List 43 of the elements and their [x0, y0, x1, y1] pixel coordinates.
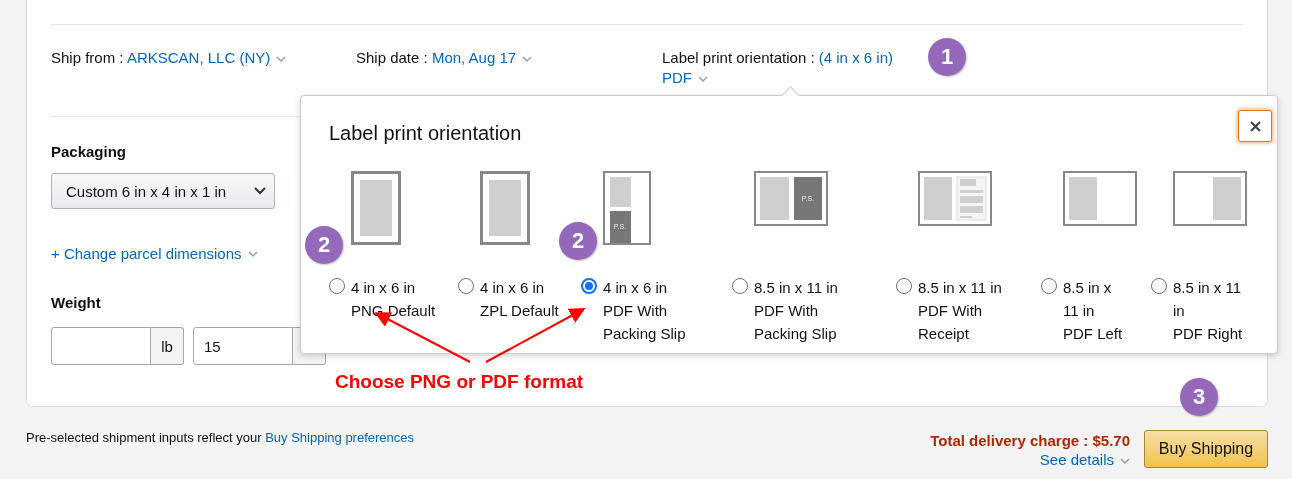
option-label[interactable]: 4 in x 6 in PNG Default [351, 276, 458, 322]
callout-text: Choose PNG or PDF format [335, 371, 584, 393]
total-charge: Total delivery charge : $5.70 [930, 432, 1130, 449]
ship-date-link[interactable]: Mon, Aug 17 [431, 49, 517, 66]
ship-from-link[interactable]: ARKSCAN, LLC (NY) [126, 49, 271, 66]
radio-button[interactable] [581, 278, 597, 294]
unit-box: lb [151, 327, 184, 365]
orientation-link[interactable]: (4 in x 6 in) [818, 49, 893, 66]
close-button[interactable] [1238, 110, 1272, 142]
weight-heading: Weight [51, 294, 101, 311]
sheet-with-receipt-icon [918, 171, 992, 226]
change-dimensions-link[interactable]: + Change parcel dimensions [51, 245, 242, 262]
weight-field[interactable] [51, 327, 151, 365]
option-label[interactable]: 8.5 in x 11 in PDF With Receipt [918, 276, 1041, 345]
packaging-dropdown[interactable]: Custom 6 in x 4 in x 1 in [51, 173, 275, 209]
sheet-label-left-icon [1063, 171, 1137, 226]
option-label[interactable]: 4 in x 6 in PDF With Packing Slip [603, 276, 732, 345]
label-portrait-icon [480, 171, 530, 245]
weight-field[interactable]: 15 [193, 327, 293, 365]
radio-button[interactable] [458, 278, 474, 294]
radio-button[interactable] [896, 278, 912, 294]
option-label[interactable]: 8.5 in x 11 in PDF With Packing Slip [754, 276, 896, 345]
option-label[interactable]: 8.5 in x 11 in PDF Left [1063, 276, 1151, 345]
label-portrait-icon [351, 171, 401, 245]
radio-button[interactable] [732, 278, 748, 294]
ship-from-label: Ship from : [51, 49, 124, 66]
popup-title: Label print orientation [329, 122, 522, 145]
format-link[interactable]: PDF [662, 69, 692, 86]
preferences-note: Pre-selected shipment inputs reflect your Buy Shipping preferences [26, 430, 415, 445]
ship-date-label: Ship date : [356, 49, 428, 66]
see-details-link[interactable]: See details [1039, 451, 1114, 468]
orientation-label: Label print orientation : [662, 49, 815, 66]
radio-button[interactable] [1151, 278, 1167, 294]
buy-shipping-button[interactable]: Buy Shipping [1144, 430, 1268, 468]
close-icon[interactable] [1249, 120, 1261, 132]
radio-button[interactable] [329, 278, 345, 294]
packaging-heading: Packaging [51, 143, 127, 160]
preferences-link[interactable]: Buy Shipping preferences [265, 430, 415, 445]
option-label[interactable]: 4 in x 6 in ZPL Default [480, 276, 581, 322]
sheet-label-right-icon [1173, 171, 1247, 226]
option-label[interactable]: 8.5 in x 11 in PDF Right [1173, 276, 1273, 345]
chevron-icon[interactable] [254, 187, 266, 195]
radio-button[interactable] [1041, 278, 1057, 294]
